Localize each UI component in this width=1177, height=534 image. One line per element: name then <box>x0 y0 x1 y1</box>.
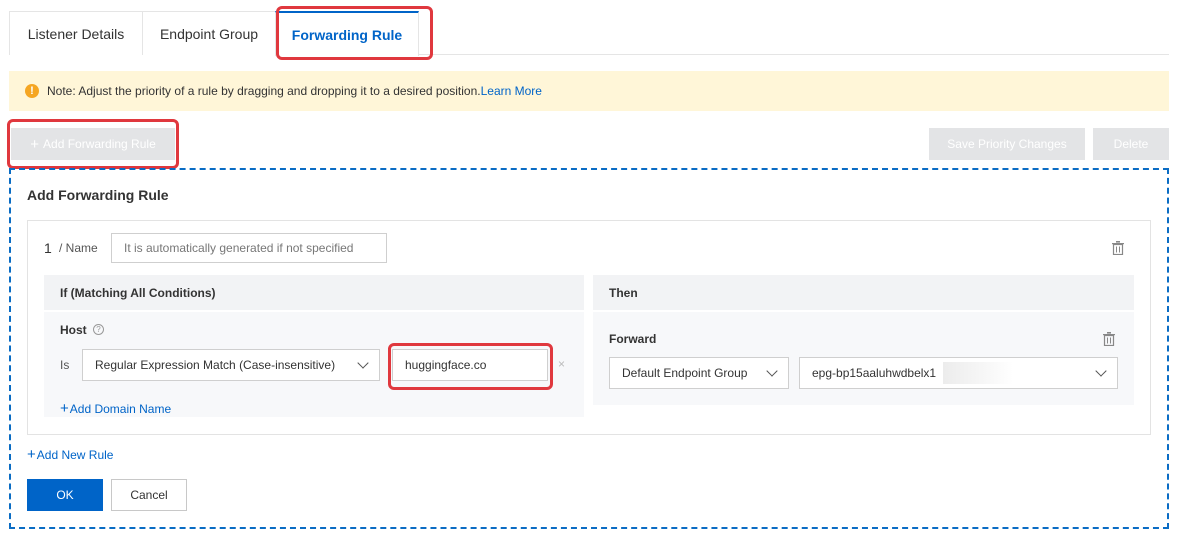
priority-note: ! Note: Adjust the priority of a rule by… <box>9 71 1169 111</box>
delete-rule-icon[interactable] <box>1112 241 1124 255</box>
tab-endpoint-group[interactable]: Endpoint Group <box>142 11 276 55</box>
delete-button[interactable]: Delete <box>1093 128 1169 160</box>
help-icon[interactable]: ? <box>93 324 104 335</box>
plus-icon: + <box>60 400 69 417</box>
forward-label: Forward <box>609 332 657 346</box>
add-domain-link[interactable]: + Add Domain Name <box>60 400 171 417</box>
cancel-button[interactable]: Cancel <box>111 479 187 511</box>
match-type-select[interactable]: Regular Expression Match (Case-insensiti… <box>82 349 380 381</box>
save-priority-button[interactable]: Save Priority Changes <box>929 128 1085 160</box>
is-label: Is <box>60 358 70 372</box>
delete-action-icon[interactable] <box>1103 332 1115 346</box>
host-value-input[interactable]: huggingface.co <box>392 349 548 381</box>
note-text: Note: Adjust the priority of a rule by d… <box>47 84 481 98</box>
add-forwarding-rule-button[interactable]: + Add Forwarding Rule <box>11 128 175 160</box>
clear-host-icon[interactable]: × <box>558 357 565 371</box>
then-panel-header: Then <box>593 275 1134 310</box>
group-type-select[interactable]: Default Endpoint Group <box>609 357 789 389</box>
tab-listener-details[interactable]: Listener Details <box>9 11 143 55</box>
warning-icon: ! <box>25 84 39 98</box>
tab-forwarding-rule[interactable]: Forwarding Rule <box>275 11 419 56</box>
plus-icon: + <box>30 135 40 153</box>
chevron-down-icon <box>766 365 778 377</box>
rule-name-label: / Name <box>59 241 98 255</box>
form-title: Add Forwarding Rule <box>27 187 169 203</box>
host-label: Host <box>60 323 87 337</box>
chevron-down-icon <box>1095 365 1107 377</box>
chevron-down-icon <box>357 357 369 369</box>
learn-more-link[interactable]: Learn More <box>481 84 542 98</box>
rule-index: 1 <box>44 240 52 256</box>
rule-name-input[interactable]: It is automatically generated if not spe… <box>111 233 387 263</box>
redaction-blur <box>943 362 1013 384</box>
ok-button[interactable]: OK <box>27 479 103 511</box>
add-new-rule-link[interactable]: + Add New Rule <box>27 446 113 463</box>
tab-bar: Listener Details Endpoint Group Forwardi… <box>9 11 1169 56</box>
if-panel-header: If (Matching All Conditions) <box>44 275 584 310</box>
plus-icon: + <box>27 446 36 463</box>
